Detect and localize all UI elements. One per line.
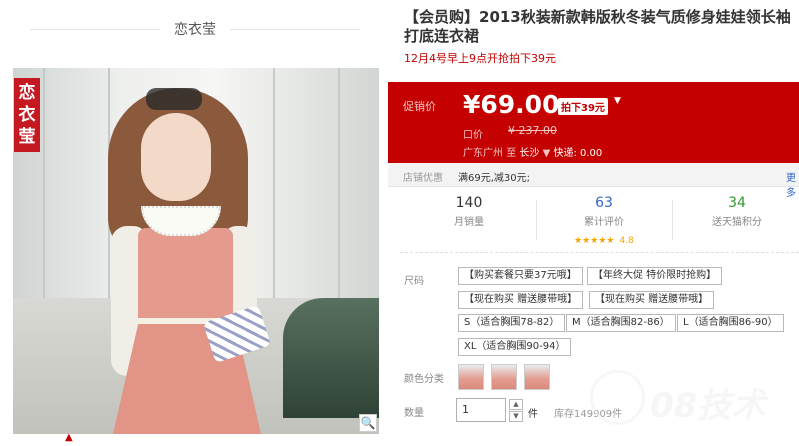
ship-to-word: 至 bbox=[506, 148, 517, 159]
promo-label: 店铺优惠 bbox=[403, 173, 443, 184]
chevron-down-icon[interactable]: ▼ bbox=[614, 96, 621, 106]
color-swatch[interactable] bbox=[524, 364, 550, 390]
watermark-text: 08技术 bbox=[650, 386, 766, 426]
stat-reviews[interactable]: 63 累计评价 ★★★★★ 4.8 bbox=[539, 195, 669, 247]
rating-stars-icon: ★★★★★ bbox=[574, 236, 615, 246]
color-swatch[interactable] bbox=[458, 364, 484, 390]
original-price-label: 口价 bbox=[463, 130, 483, 141]
dress bbox=[138, 228, 233, 320]
sku-option[interactable]: L（适合胸围86-90） bbox=[677, 314, 784, 332]
color-label: 颜色分类 bbox=[404, 374, 444, 385]
promo-text: 满69元,减30元; bbox=[458, 173, 530, 184]
sku-option[interactable]: 【年终大促 特价限时抢购】 bbox=[587, 267, 723, 285]
quantity-label: 数量 bbox=[404, 408, 424, 419]
stat-label: 月销量 bbox=[454, 217, 484, 228]
divider bbox=[400, 252, 799, 253]
rating-value: 4.8 bbox=[619, 236, 634, 246]
color-swatch[interactable] bbox=[491, 364, 517, 390]
sofa bbox=[283, 298, 379, 418]
stat-number: 140 bbox=[455, 195, 483, 211]
chevron-up-icon[interactable]: ▲ bbox=[65, 432, 73, 443]
stats-row: 140 月销量 63 累计评价 ★★★★★ 4.8 34 送天猫积分 bbox=[404, 195, 799, 247]
ship-to-select[interactable]: 长沙 bbox=[519, 148, 539, 159]
express-fee: 快递: 0.00 bbox=[553, 148, 603, 159]
size-label: 尺码 bbox=[404, 276, 424, 287]
ship-from: 广东广州 bbox=[463, 148, 503, 159]
divider bbox=[230, 28, 360, 30]
store-title-row: 恋衣莹 bbox=[30, 14, 360, 44]
sku-option[interactable]: M（适合胸围82-86） bbox=[566, 314, 676, 332]
product-page: 恋衣莹 恋衣莹 🔍 ▲ 【会员购】2013秋装新款韩版秋冬装气质修身娃娃领长袖打… bbox=[0, 0, 799, 446]
stat-monthly-sales: 140 月销量 bbox=[404, 195, 534, 228]
stat-number[interactable]: 63 bbox=[539, 195, 669, 211]
quantity-input[interactable]: 1 bbox=[456, 398, 506, 422]
store-name[interactable]: 恋衣莹 bbox=[160, 19, 230, 39]
original-price: ¥ 237.00 bbox=[508, 124, 557, 137]
stat-number: 34 bbox=[728, 195, 746, 211]
price-badge: 拍下39元 bbox=[558, 98, 608, 115]
divider bbox=[30, 28, 160, 30]
divider bbox=[536, 200, 537, 240]
sku-option[interactable]: 【现在购买 赠送腰带哦】 bbox=[458, 291, 584, 309]
quantity-unit: 件 bbox=[528, 409, 538, 420]
shop-promo-bar: 店铺优惠 满69元,减30元; 更多 bbox=[388, 163, 799, 199]
shipping-info: 广东广州 至 长沙 ▼ 快递: 0.00 bbox=[463, 144, 602, 159]
promo-price-label: 促销价 bbox=[403, 100, 436, 113]
stat-label: 累计评价 bbox=[584, 217, 624, 228]
watermark: 08技术 bbox=[590, 360, 780, 430]
sku-option[interactable]: XL（适合胸围90-94） bbox=[458, 338, 572, 356]
promo-price: ¥69.00 bbox=[463, 90, 560, 119]
product-main-image[interactable] bbox=[13, 68, 379, 434]
decrement-icon[interactable]: ▼ bbox=[509, 411, 523, 422]
brand-tag: 恋衣莹 bbox=[14, 78, 40, 152]
product-subtitle: 12月4号早上9点开抢拍下39元 bbox=[404, 52, 556, 65]
sku-option[interactable]: S（适合胸围78-82） bbox=[458, 314, 566, 332]
sku-option[interactable]: 【现在购买 赠送腰带哦】 bbox=[589, 291, 715, 309]
chevron-down-icon[interactable]: ▼ bbox=[543, 148, 551, 159]
magnifier-icon[interactable]: 🔍 bbox=[359, 414, 377, 432]
sku-option[interactable]: 【购买套餐只要37元哦】 bbox=[458, 267, 583, 285]
stat-points: 34 送天猫积分 bbox=[672, 195, 799, 228]
product-title: 【会员购】2013秋装新款韩版秋冬装气质修身娃娃领长袖打底连衣裙 bbox=[404, 8, 791, 45]
increment-icon[interactable]: ▲ bbox=[509, 399, 523, 410]
stat-label: 送天猫积分 bbox=[712, 217, 762, 228]
price-block: 促销价 ¥69.00 拍下39元 ▼ 口价 ¥ 237.00 广东广州 至 长沙… bbox=[388, 82, 799, 163]
watermark-logo-icon bbox=[590, 370, 645, 425]
